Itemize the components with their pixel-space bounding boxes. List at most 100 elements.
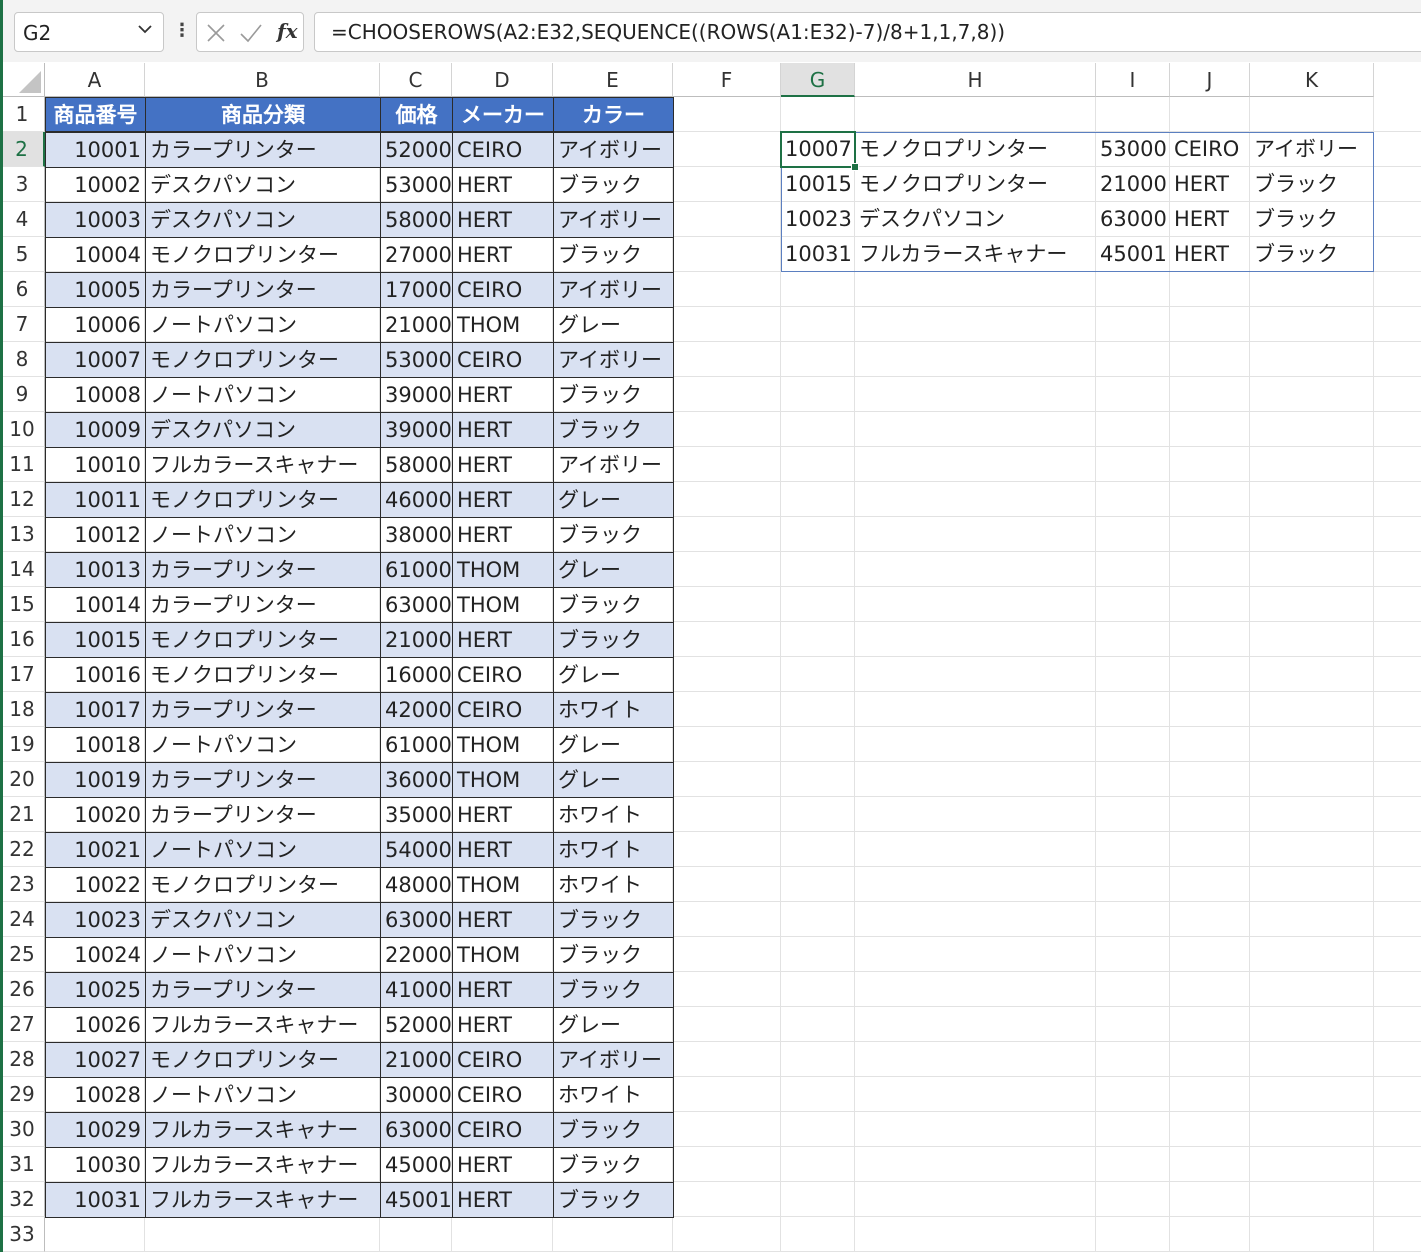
table-cell[interactable]: THOM xyxy=(452,587,554,623)
table-cell[interactable]: アイボリー xyxy=(553,342,674,378)
table-cell[interactable]: THOM xyxy=(452,307,554,343)
chevron-down-icon[interactable] xyxy=(137,21,153,41)
table-cell[interactable]: カラープリンター xyxy=(145,797,381,833)
table-cell[interactable]: CEIRO xyxy=(452,657,554,693)
table-cell[interactable]: HERT xyxy=(452,832,554,868)
result-cell[interactable]: デスクパソコン xyxy=(855,202,1096,237)
table-cell[interactable]: 63000 xyxy=(380,1112,453,1148)
table-cell[interactable]: 10023 xyxy=(45,902,146,938)
table-cell[interactable]: モノクロプリンター xyxy=(145,622,381,658)
table-cell[interactable]: フルカラースキャナー xyxy=(145,447,381,483)
table-cell[interactable]: HERT xyxy=(452,377,554,413)
table-cell[interactable]: 10024 xyxy=(45,937,146,973)
table-cell[interactable]: ブラック xyxy=(553,517,674,553)
row-header[interactable]: 1 xyxy=(0,97,45,132)
table-cell[interactable]: HERT xyxy=(452,1007,554,1043)
column-header-g[interactable]: G xyxy=(781,63,855,97)
table-cell[interactable]: ブラック xyxy=(553,1112,674,1148)
table-cell[interactable]: ノートパソコン xyxy=(145,1077,381,1113)
table-cell[interactable]: HERT xyxy=(452,797,554,833)
table-cell[interactable]: ブラック xyxy=(553,902,674,938)
table-cell[interactable]: THOM xyxy=(452,727,554,763)
table-cell[interactable]: THOM xyxy=(452,762,554,798)
result-cell[interactable]: HERT xyxy=(1170,237,1250,272)
row-header[interactable]: 18 xyxy=(0,692,45,727)
table-cell[interactable]: 35000 xyxy=(380,797,453,833)
table-cell[interactable]: 53000 xyxy=(380,342,453,378)
table-cell[interactable]: 10028 xyxy=(45,1077,146,1113)
row-header[interactable]: 24 xyxy=(0,902,45,937)
table-cell[interactable]: ホワイト xyxy=(553,832,674,868)
result-cell[interactable]: 10023 xyxy=(781,202,855,237)
table-cell[interactable]: ホワイト xyxy=(553,797,674,833)
table-cell[interactable]: ホワイト xyxy=(553,1077,674,1113)
result-cell[interactable]: CEIRO xyxy=(1170,132,1250,167)
table-cell[interactable]: 10011 xyxy=(45,482,146,518)
table-cell[interactable]: 21000 xyxy=(380,622,453,658)
formula-input[interactable]: =CHOOSEROWS(A2:E32,SEQUENCE((ROWS(A1:E32… xyxy=(314,12,1421,52)
table-cell[interactable]: ノートパソコン xyxy=(145,307,381,343)
row-header[interactable]: 25 xyxy=(0,937,45,972)
table-cell[interactable]: 10022 xyxy=(45,867,146,903)
table-cell[interactable]: 10007 xyxy=(45,342,146,378)
table-cell[interactable]: デスクパソコン xyxy=(145,167,381,203)
result-cell[interactable]: 10015 xyxy=(781,167,855,202)
row-header[interactable]: 10 xyxy=(0,412,45,447)
table-cell[interactable]: ブラック xyxy=(553,622,674,658)
row-header[interactable]: 11 xyxy=(0,447,45,482)
table-cell[interactable]: HERT xyxy=(452,1147,554,1183)
table-cell[interactable]: THOM xyxy=(452,552,554,588)
table-cell[interactable]: 30000 xyxy=(380,1077,453,1113)
table-cell[interactable]: アイボリー xyxy=(553,132,674,168)
column-header-a[interactable]: A xyxy=(45,63,145,97)
table-cell[interactable]: フルカラースキャナー xyxy=(145,1147,381,1183)
row-header[interactable]: 31 xyxy=(0,1147,45,1182)
table-cell[interactable]: グレー xyxy=(553,727,674,763)
result-cell[interactable]: HERT xyxy=(1170,202,1250,237)
column-header-e[interactable]: E xyxy=(553,63,673,97)
result-cell[interactable]: 21000 xyxy=(1096,167,1170,202)
table-cell[interactable]: 58000 xyxy=(380,447,453,483)
table-cell[interactable]: カラープリンター xyxy=(145,972,381,1008)
column-header-j[interactable]: J xyxy=(1170,63,1250,97)
row-header[interactable]: 14 xyxy=(0,552,45,587)
table-cell[interactable]: HERT xyxy=(452,902,554,938)
table-cell[interactable]: 10030 xyxy=(45,1147,146,1183)
table-cell[interactable]: 54000 xyxy=(380,832,453,868)
table-cell[interactable]: 10025 xyxy=(45,972,146,1008)
table-cell[interactable]: 10002 xyxy=(45,167,146,203)
result-cell[interactable]: 53000 xyxy=(1096,132,1170,167)
table-cell[interactable]: 42000 xyxy=(380,692,453,728)
table-cell[interactable]: 10013 xyxy=(45,552,146,588)
row-header[interactable]: 26 xyxy=(0,972,45,1007)
row-header[interactable]: 27 xyxy=(0,1007,45,1042)
table-cell[interactable]: 41000 xyxy=(380,972,453,1008)
table-cell[interactable]: 10014 xyxy=(45,587,146,623)
table-cell[interactable]: モノクロプリンター xyxy=(145,867,381,903)
result-cell[interactable]: モノクロプリンター xyxy=(855,167,1096,202)
table-cell[interactable]: アイボリー xyxy=(553,272,674,308)
table-cell[interactable]: モノクロプリンター xyxy=(145,657,381,693)
result-cell[interactable]: モノクロプリンター xyxy=(855,132,1096,167)
row-header[interactable]: 6 xyxy=(0,272,45,307)
row-header[interactable]: 5 xyxy=(0,237,45,272)
row-header[interactable]: 20 xyxy=(0,762,45,797)
table-cell[interactable]: 63000 xyxy=(380,587,453,623)
table-cell[interactable]: 61000 xyxy=(380,552,453,588)
row-header[interactable]: 32 xyxy=(0,1182,45,1217)
table-cell[interactable]: THOM xyxy=(452,867,554,903)
table-cell[interactable]: ホワイト xyxy=(553,867,674,903)
table-cell[interactable]: グレー xyxy=(553,657,674,693)
table-cell[interactable]: CEIRO xyxy=(452,342,554,378)
result-cell[interactable]: 45001 xyxy=(1096,237,1170,272)
more-options-icon[interactable]: ⋮ xyxy=(173,20,191,41)
table-cell[interactable]: ブラック xyxy=(553,167,674,203)
row-header[interactable]: 12 xyxy=(0,482,45,517)
table-cell[interactable]: HERT xyxy=(452,412,554,448)
table-cell[interactable]: カラープリンター xyxy=(145,587,381,623)
table-cell[interactable]: ブラック xyxy=(553,972,674,1008)
row-header[interactable]: 29 xyxy=(0,1077,45,1112)
row-header[interactable]: 21 xyxy=(0,797,45,832)
active-cell-g2[interactable] xyxy=(780,131,856,168)
table-cell[interactable]: ブラック xyxy=(553,412,674,448)
